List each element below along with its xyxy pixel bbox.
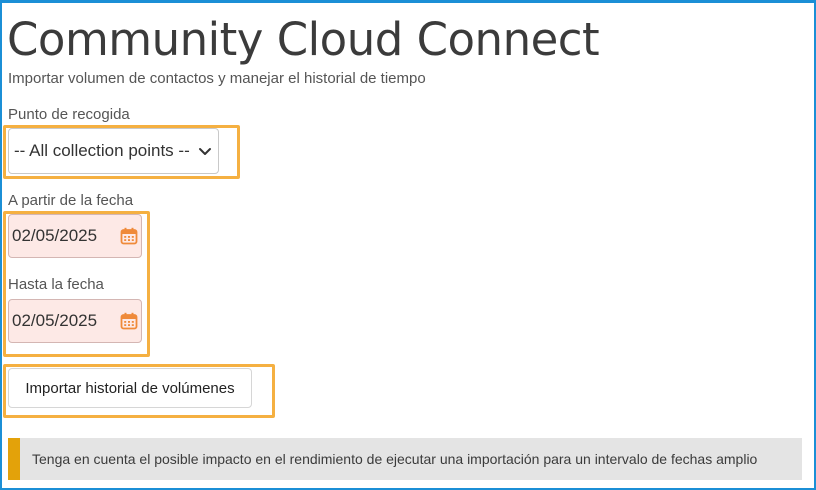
from-date-label: A partir de la fecha <box>8 192 134 209</box>
pickup-point-selected-value: -- All collection points -- <box>14 141 190 160</box>
page-subtitle: Importar volumen de contactos y manejar … <box>8 70 426 87</box>
chevron-down-icon <box>199 148 211 155</box>
notice-text: Tenga en cuenta el posible impacto en el… <box>32 451 758 467</box>
from-date-value: 02/05/2025 <box>12 226 98 245</box>
to-date-value: 02/05/2025 <box>12 311 98 330</box>
performance-notice: Tenga en cuenta el posible impacto en el… <box>8 438 802 480</box>
to-date-label: Hasta la fecha <box>8 276 104 293</box>
calendar-icon[interactable] <box>120 227 138 245</box>
from-date-input[interactable]: 02/05/2025 <box>8 214 142 258</box>
page-title: Community Cloud Connect <box>7 13 600 66</box>
pickup-point-select[interactable]: -- All collection points -- <box>8 128 219 174</box>
pickup-point-label: Punto de recogida <box>8 106 130 123</box>
import-history-button[interactable]: Importar historial de volúmenes <box>8 368 252 408</box>
calendar-icon[interactable] <box>120 312 138 330</box>
to-date-input[interactable]: 02/05/2025 <box>8 299 142 343</box>
